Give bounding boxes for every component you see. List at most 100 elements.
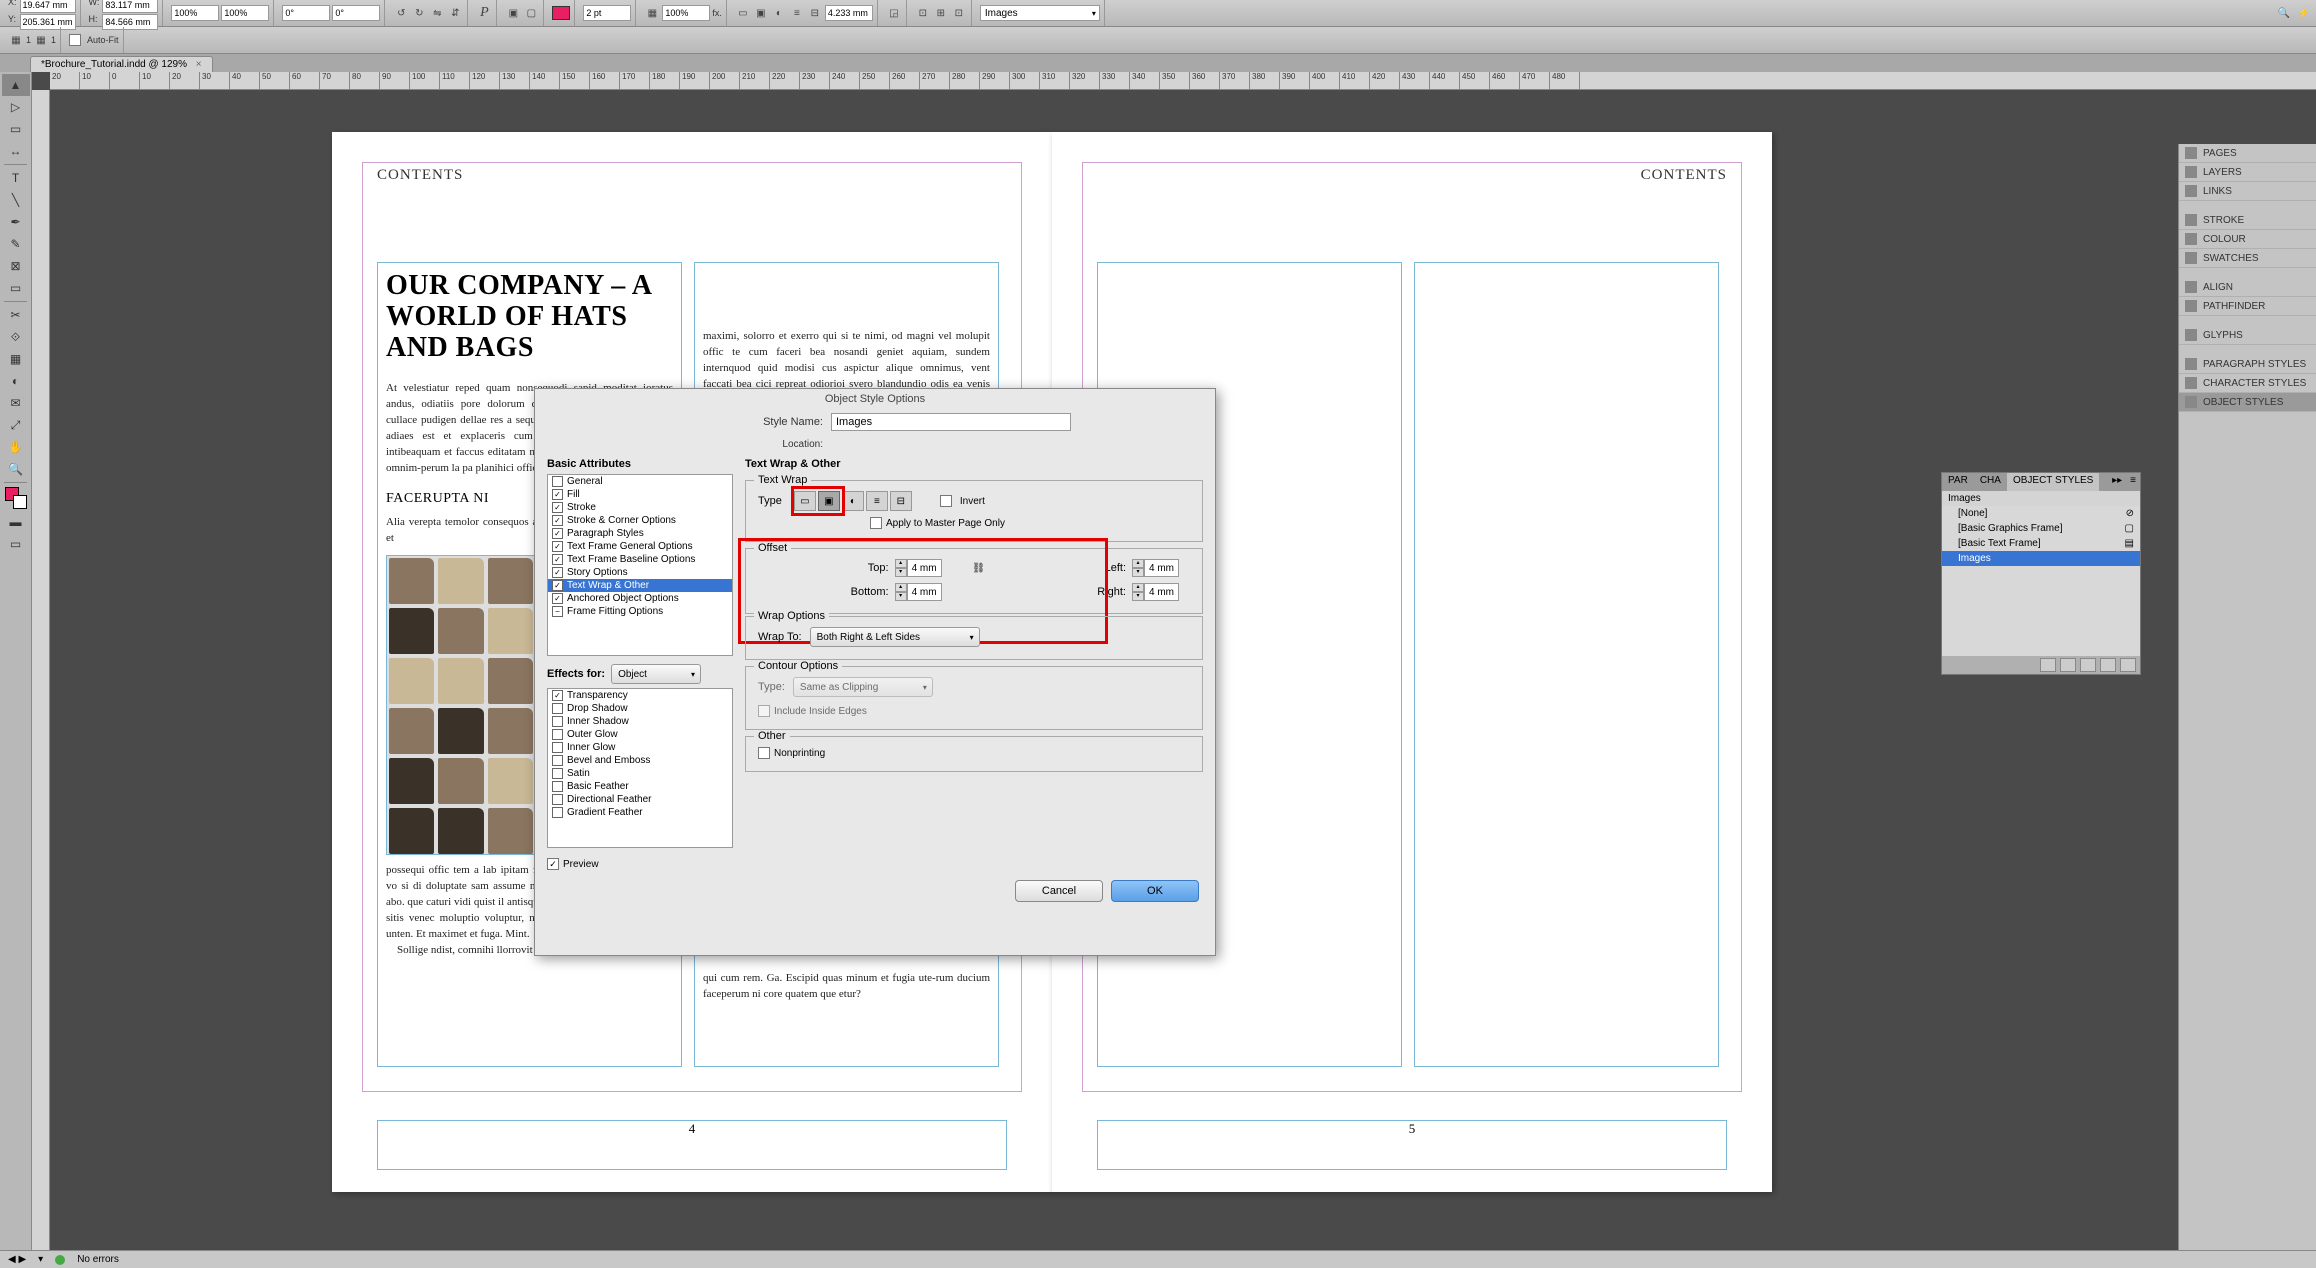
fx-gradient-feather[interactable]: Gradient Feather (548, 806, 732, 819)
note-tool[interactable]: ✉ (2, 392, 30, 414)
panel-layers[interactable]: LAYERS (2179, 163, 2316, 182)
fx-transparency[interactable]: ✓Transparency (548, 689, 732, 702)
free-transform-tool[interactable]: ⟐ (2, 326, 30, 348)
invert-checkbox[interactable] (940, 495, 952, 507)
attr-general[interactable]: General (548, 475, 732, 488)
attr-story-options[interactable]: ✓Story Options (548, 566, 732, 579)
gap-tool[interactable]: ↔ (2, 140, 30, 162)
stroke-weight-input[interactable] (583, 5, 631, 21)
text-frame-p5-col2[interactable] (1414, 262, 1719, 1067)
object-style-dropdown[interactable]: Images (980, 5, 1100, 21)
frame-grid-icon[interactable]: ▦ (8, 32, 24, 48)
view-mode-icon[interactable]: ▭ (2, 533, 30, 555)
footer-frame-right[interactable] (1097, 1120, 1727, 1170)
pen-tool[interactable]: ✒ (2, 211, 30, 233)
character-panel-icon[interactable]: P (476, 5, 492, 21)
flip-v-icon[interactable]: ⇵ (447, 5, 463, 21)
rotate-cw-icon[interactable]: ↻ (411, 5, 427, 21)
preview-checkbox[interactable]: ✓ (547, 858, 559, 870)
page-nav[interactable]: ▾ (38, 1254, 43, 1265)
rotate-input[interactable] (282, 5, 330, 21)
panel-tab-par[interactable]: PAR (1942, 473, 1974, 491)
panel-stroke[interactable]: STROKE (2179, 211, 2316, 230)
panel-links[interactable]: LINKS (2179, 182, 2316, 201)
search-icon[interactable]: 🔍 (2276, 5, 2292, 21)
corner-options-icon[interactable]: ◲ (886, 5, 902, 21)
zoom-dropdown[interactable]: ◀ ▶ (8, 1254, 26, 1265)
panel-character-styles[interactable]: CHARACTER STYLES (2179, 374, 2316, 393)
panel-swatches[interactable]: SWATCHES (2179, 249, 2316, 268)
opacity-input[interactable] (662, 5, 710, 21)
attr-paragraph-styles[interactable]: ✓Paragraph Styles (548, 527, 732, 540)
fx-inner-shadow[interactable]: Inner Shadow (548, 715, 732, 728)
attr-anchored-object-options[interactable]: ✓Anchored Object Options (548, 592, 732, 605)
attr-frame-fitting-options[interactable]: −Frame Fitting Options (548, 605, 732, 618)
fill-swatch[interactable] (552, 6, 570, 20)
effects-icon[interactable]: ▦ (644, 5, 660, 21)
scissors-tool[interactable]: ✂ (2, 304, 30, 326)
attr-text-wrap-other[interactable]: ✓Text Wrap & Other (548, 579, 732, 592)
panel-btn-delete[interactable] (2120, 658, 2136, 672)
select-content-icon[interactable]: ▢ (523, 5, 539, 21)
obj-style-basic-text[interactable]: [Basic Text Frame]▤ (1942, 536, 2140, 551)
panel-align[interactable]: ALIGN (2179, 278, 2316, 297)
effects-for-select[interactable]: Object (611, 664, 701, 684)
preflight-status[interactable]: No errors (77, 1254, 119, 1265)
page-tool[interactable]: ▭ (2, 118, 30, 140)
wrap-jump-icon[interactable]: ≡ (789, 5, 805, 21)
panel-pathfinder[interactable]: PATHFINDER (2179, 297, 2316, 316)
apply-color-icon[interactable]: ▬ (2, 511, 30, 533)
fx-directional-feather[interactable]: Directional Feather (548, 793, 732, 806)
direct-selection-tool[interactable]: ▷ (2, 96, 30, 118)
wrap-jumpcol-icon[interactable]: ⊟ (807, 5, 823, 21)
wrap-type-column[interactable]: ⊟ (890, 491, 912, 511)
fx-drop-shadow[interactable]: Drop Shadow (548, 702, 732, 715)
type-tool[interactable]: T (2, 167, 30, 189)
panel-pages[interactable]: PAGES (2179, 144, 2316, 163)
cancel-button[interactable]: Cancel (1015, 880, 1103, 902)
fx-basic-feather[interactable]: Basic Feather (548, 780, 732, 793)
wrap-bbox-icon[interactable]: ▣ (753, 5, 769, 21)
fit-content-icon[interactable]: ⊡ (915, 5, 931, 21)
fill-stroke-colors[interactable] (5, 487, 27, 509)
footer-frame-left[interactable] (377, 1120, 1007, 1170)
panel-btn3[interactable] (2080, 658, 2096, 672)
zoom-tool[interactable]: 🔍 (2, 458, 30, 480)
rectangle-tool[interactable]: ▭ (2, 277, 30, 299)
attr-text-frame-general-options[interactable]: ✓Text Frame General Options (548, 540, 732, 553)
image-frame[interactable] (386, 555, 536, 855)
fx-bevel-and-emboss[interactable]: Bevel and Emboss (548, 754, 732, 767)
obj-style-images[interactable]: Images (1942, 551, 2140, 566)
wrap-type-jump[interactable]: ≡ (866, 491, 888, 511)
attr-fill[interactable]: ✓Fill (548, 488, 732, 501)
hand-tool[interactable]: ✋ (2, 436, 30, 458)
panel-colour[interactable]: COLOUR (2179, 230, 2316, 249)
panel-paragraph-styles[interactable]: PARAGRAPH STYLES (2179, 355, 2316, 374)
flip-h-icon[interactable]: ⇋ (429, 5, 445, 21)
attr-text-frame-baseline-options[interactable]: ✓Text Frame Baseline Options (548, 553, 732, 566)
attr-stroke-corner-options[interactable]: ✓Stroke & Corner Options (548, 514, 732, 527)
selection-tool[interactable]: ▲ (2, 74, 30, 96)
panel-btn1[interactable] (2040, 658, 2056, 672)
scale-x-input[interactable] (171, 5, 219, 21)
scale-y-input[interactable] (221, 5, 269, 21)
panel-object-styles[interactable]: OBJECT STYLES (2179, 393, 2316, 412)
panel-tab-cha[interactable]: CHA (1974, 473, 2007, 491)
object-styles-panel[interactable]: PAR CHA OBJECT STYLES ▸▸ ≡ Images [None]… (1941, 472, 2141, 675)
horizontal-ruler[interactable]: 2010010203040506070809010011012013014015… (50, 72, 2316, 90)
select-container-icon[interactable]: ▣ (505, 5, 521, 21)
fx-satin[interactable]: Satin (548, 767, 732, 780)
apply-master-checkbox[interactable] (870, 517, 882, 529)
wrap-to-select[interactable]: Both Right & Left Sides (810, 627, 980, 647)
obj-style-none[interactable]: [None]⊘ (1942, 506, 2140, 521)
center-content-icon[interactable]: ⊡ (951, 5, 967, 21)
eyedropper-tool[interactable]: ⤢ (2, 414, 30, 436)
preflight-status-icon[interactable] (55, 1255, 65, 1265)
vertical-ruler[interactable] (32, 90, 50, 1268)
frame-grid-icon2[interactable]: ▦ (33, 32, 49, 48)
shear-input[interactable] (332, 5, 380, 21)
fit-frame-icon[interactable]: ⊞ (933, 5, 949, 21)
rectangle-frame-tool[interactable]: ⊠ (2, 255, 30, 277)
panel-glyphs[interactable]: GLYPHS (2179, 326, 2316, 345)
autofit-checkbox[interactable] (69, 34, 81, 46)
